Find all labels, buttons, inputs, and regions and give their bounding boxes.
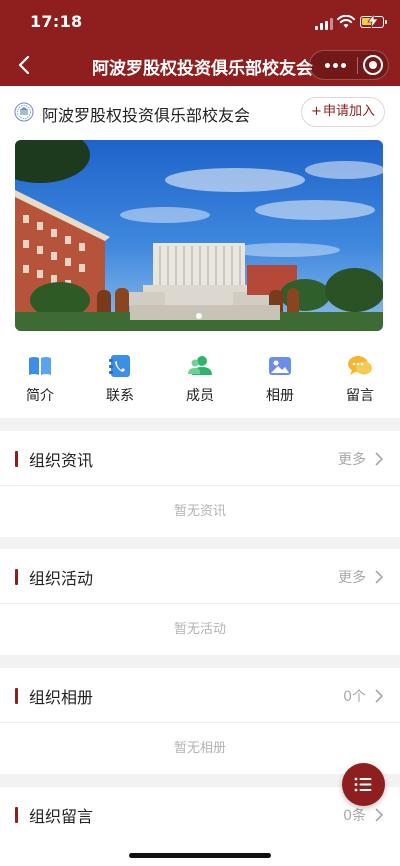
section-accent-bar [15, 569, 18, 585]
section-header: 组织留言 0条 [0, 787, 400, 842]
quick-link-label: 联系 [106, 388, 134, 404]
quick-link-label: 成员 [186, 388, 214, 404]
section-albums: 组织相册 0个 暂无相册 [0, 668, 400, 774]
chevron-right-icon[interactable] [374, 570, 384, 584]
battery-icon [360, 14, 387, 28]
empty-state: 暂无资讯 [173, 504, 226, 519]
quick-link-label: 留言 [346, 388, 374, 404]
carousel-dot [196, 313, 202, 319]
home-indicator[interactable] [129, 853, 271, 858]
close-miniprogram-icon[interactable] [363, 55, 383, 75]
status-bar: 17:18 [0, 0, 400, 44]
campus-photo [15, 140, 383, 331]
section-activities: 组织活动 更多 暂无活动 [0, 549, 400, 655]
section-count-link[interactable]: 0个 [343, 686, 366, 706]
back-icon[interactable] [14, 52, 36, 78]
section-header: 组织资讯 更多 [0, 431, 400, 486]
section-header: 组织活动 更多 [0, 549, 400, 604]
section-accent-bar [15, 807, 18, 823]
section-title: 组织留言 [29, 807, 94, 826]
section-news: 组织资讯 更多 暂无资讯 [0, 431, 400, 537]
quick-link-members[interactable]: 成员 [170, 353, 230, 405]
join-label: 申请加入 [322, 104, 375, 119]
quick-links: 简介 联系 成员 相册 留言 [0, 353, 400, 413]
nav-title: 阿波罗股权投资俱乐部校友会 [92, 59, 313, 79]
photo-album-icon [269, 357, 291, 375]
app-header: 17:18 阿波罗股权投资俱乐部校友会 [0, 0, 400, 86]
section-title: 组织活动 [29, 569, 94, 588]
capsule-divider [357, 57, 358, 74]
section-more-link[interactable]: 更多 [338, 567, 366, 587]
chat-bubbles-icon [348, 356, 372, 375]
nav-bar: 阿波罗股权投资俱乐部校友会 [0, 44, 400, 86]
chevron-right-icon[interactable] [374, 452, 384, 466]
section-title: 组织资讯 [29, 451, 94, 470]
carousel-indicator [15, 304, 383, 323]
section-accent-bar [15, 688, 18, 704]
banner-carousel[interactable] [15, 140, 383, 331]
status-time: 17:18 [30, 12, 83, 31]
empty-state: 暂无活动 [173, 622, 226, 637]
more-menu-icon[interactable] [318, 51, 356, 79]
section-messages: 组织留言 0条 [0, 787, 400, 842]
wifi-icon [337, 15, 355, 28]
members-icon [188, 356, 212, 375]
floating-menu-button[interactable] [342, 763, 385, 806]
section-count-link[interactable]: 0条 [343, 805, 366, 825]
home-indicator-area [0, 836, 400, 866]
section-more-link[interactable]: 更多 [338, 449, 366, 469]
list-icon [354, 777, 372, 792]
section-header: 组织相册 0个 [0, 668, 400, 723]
signal-icon [315, 18, 333, 30]
quick-link-intro[interactable]: 简介 [10, 353, 70, 405]
quick-link-label: 简介 [26, 388, 54, 404]
miniprogram-capsule [309, 50, 389, 80]
plus-icon: + [311, 104, 322, 119]
book-icon [29, 357, 51, 375]
quick-link-messages[interactable]: 留言 [330, 353, 390, 405]
empty-state: 暂无相册 [173, 741, 226, 756]
org-name: 阿波罗股权投资俱乐部校友会 [42, 106, 251, 125]
join-button[interactable]: +申请加入 [301, 97, 385, 127]
org-overview: 阿波罗股权投资俱乐部校友会 +申请加入 简介 联系 成员 相册 留言 [0, 86, 400, 418]
phone-book-icon [109, 355, 130, 377]
quick-link-contact[interactable]: 联系 [90, 353, 150, 405]
chevron-right-icon[interactable] [374, 689, 384, 703]
org-logo-icon [14, 102, 34, 122]
quick-link-album[interactable]: 相册 [250, 353, 310, 405]
section-accent-bar [15, 451, 18, 467]
section-title: 组织相册 [29, 688, 94, 707]
chevron-right-icon[interactable] [374, 808, 384, 822]
quick-link-label: 相册 [266, 388, 294, 404]
